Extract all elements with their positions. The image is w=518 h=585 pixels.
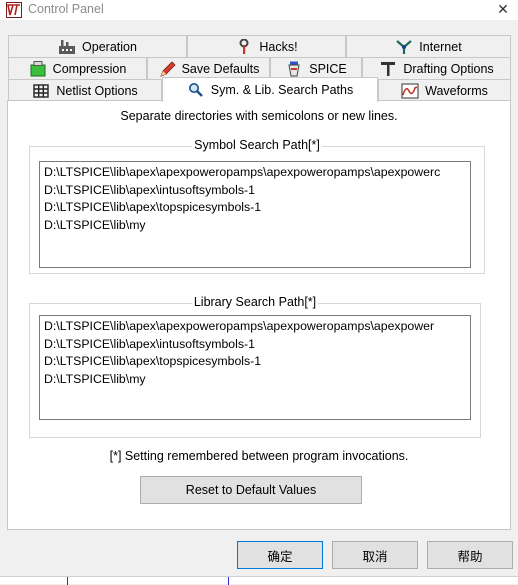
tab-save-defaults[interactable]: Save Defaults: [147, 57, 270, 79]
library-path-line: D:\LTSPICE\lib\apex\topspicesymbols-1: [44, 354, 262, 368]
title-bar: Control Panel ✕: [0, 0, 518, 20]
ok-button[interactable]: 确定: [237, 541, 323, 569]
symbol-path-line: D:\LTSPICE\lib\apex\apexpoweropamps\apex…: [44, 165, 441, 179]
tab-internet[interactable]: Internet: [346, 35, 511, 57]
pencil-icon: [158, 60, 176, 77]
magnifier-icon: [187, 82, 205, 98]
network-icon: [395, 39, 413, 55]
waveform-icon: [401, 83, 419, 99]
symbol-search-path-textarea[interactable]: D:\LTSPICE\lib\apex\apexpoweropamps\apex…: [39, 161, 471, 268]
window-title: Control Panel: [28, 2, 104, 16]
tab-compression[interactable]: Compression: [8, 57, 147, 79]
library-search-path-label: Library Search Path[*]: [191, 295, 319, 309]
tab-internet-label: Internet: [419, 39, 462, 54]
tab-operation-label: Operation: [82, 39, 137, 54]
library-path-line: D:\LTSPICE\lib\my: [44, 371, 146, 386]
library-search-path-textarea[interactable]: D:\LTSPICE\lib\apex\apexpoweropamps\apex…: [39, 315, 471, 420]
reset-defaults-button[interactable]: Reset to Default Values: [140, 476, 362, 504]
close-button[interactable]: ✕: [494, 1, 512, 17]
tab-spice-label: SPICE: [309, 61, 347, 76]
tab-netlist-options-label: Netlist Options: [56, 83, 138, 98]
symbol-search-path-group: Symbol Search Path[*] D:\LTSPICE\lib\ape…: [29, 138, 485, 274]
symbol-path-line: D:\LTSPICE\lib\my: [44, 217, 146, 232]
tab-drafting-options[interactable]: Drafting Options: [362, 57, 511, 79]
drafting-icon: [379, 61, 397, 77]
symbol-path-line: D:\LTSPICE\lib\apex\topspicesymbols-1: [44, 200, 262, 214]
symbol-search-path-label: Symbol Search Path[*]: [192, 138, 322, 152]
search-paths-panel: Separate directories with semicolons or …: [7, 100, 511, 530]
tab-save-defaults-label: Save Defaults: [181, 61, 260, 76]
tab-drafting-options-label: Drafting Options: [403, 61, 494, 76]
tab-sym-lib-search-paths[interactable]: Sym. & Lib. Search Paths: [162, 77, 378, 102]
symbol-path-line: D:\LTSPICE\lib\apex\intusoftsymbols-1: [44, 182, 255, 197]
remembered-setting-note: [*] Setting remembered between program i…: [109, 449, 409, 463]
background-window-edge: [0, 576, 518, 585]
tab-netlist-options[interactable]: Netlist Options: [8, 79, 162, 101]
library-search-path-group: Library Search Path[*] D:\LTSPICE\lib\ap…: [29, 295, 481, 438]
tab-hacks-label: Hacks!: [259, 39, 298, 54]
help-button[interactable]: 帮助: [427, 541, 513, 569]
tab-compression-label: Compression: [52, 61, 127, 76]
compress-icon: [29, 60, 47, 77]
tab-waveforms-label: Waveforms: [425, 83, 488, 98]
tab-hacks[interactable]: Hacks!: [187, 35, 346, 57]
tab-spice[interactable]: SPICE: [270, 57, 362, 79]
spice-icon: [285, 61, 303, 77]
tab-operation[interactable]: Operation: [8, 35, 187, 57]
library-path-line: D:\LTSPICE\lib\apex\apexpoweropamps\apex…: [44, 319, 435, 333]
netlist-grid-icon: [32, 83, 50, 99]
tab-waveforms[interactable]: Waveforms: [378, 79, 511, 101]
tab-sym-lib-search-paths-label: Sym. & Lib. Search Paths: [210, 83, 354, 97]
ltspice-app-icon: [6, 2, 22, 18]
factory-icon: [58, 39, 76, 55]
library-path-line: D:\LTSPICE\lib\apex\intusoftsymbols-1: [44, 336, 255, 351]
wrench-icon: [235, 38, 253, 55]
cancel-button[interactable]: 取消: [332, 541, 418, 569]
separator-hint: Separate directories with semicolons or …: [120, 109, 398, 123]
